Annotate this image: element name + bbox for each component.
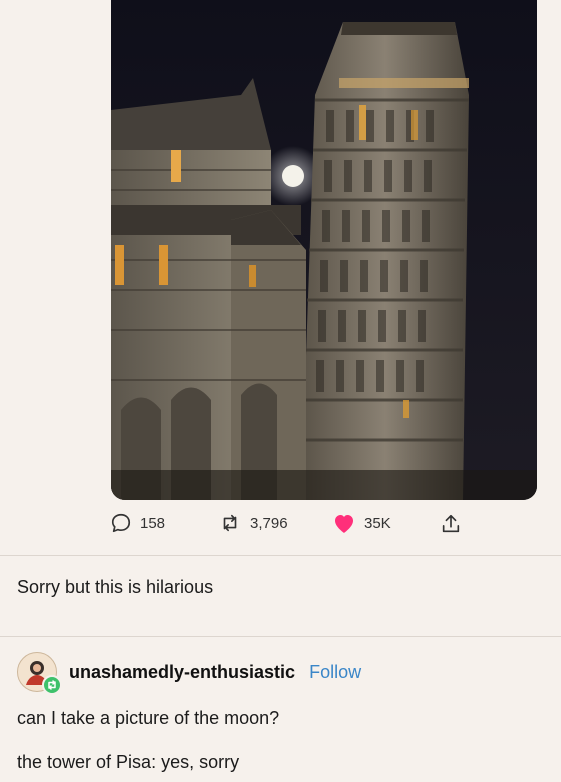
heart-icon — [335, 515, 353, 533]
reblog-text-line: can I take a picture of the moon? — [17, 708, 280, 728]
divider — [0, 555, 561, 556]
leaning-tower — [301, 22, 469, 500]
moon — [282, 165, 304, 187]
reblog-arrows-icon — [48, 680, 56, 690]
speech-bubble-icon — [111, 513, 131, 533]
reblogs-count: 3,796 — [250, 514, 288, 532]
reblog-badge-icon — [42, 675, 62, 695]
share-button[interactable] — [440, 512, 462, 536]
follow-button[interactable]: Follow — [309, 662, 361, 683]
reblog-header: unashamedly-enthusiastic Follow — [17, 652, 361, 695]
reblogger-username[interactable]: unashamedly-enthusiastic — [69, 662, 295, 683]
reblog-arrows-icon — [223, 514, 237, 532]
post-actions-bar: 158 3,796 35K — [0, 500, 561, 552]
post-caption: Sorry but this is hilarious — [17, 577, 214, 597]
pisa-night-photo — [111, 0, 537, 500]
avatar[interactable] — [17, 652, 62, 695]
share-icon — [442, 514, 460, 533]
reblog-text-line: the tower of Pisa: yes, sorry — [17, 752, 240, 772]
comments-button[interactable]: 158 — [110, 512, 165, 534]
post-photo[interactable] — [111, 0, 537, 500]
comments-count: 158 — [140, 514, 166, 532]
divider — [0, 636, 561, 637]
like-button[interactable]: 35K — [332, 512, 391, 534]
reblog-button[interactable]: 3,796 — [218, 512, 288, 534]
likes-count: 35K — [364, 514, 391, 532]
